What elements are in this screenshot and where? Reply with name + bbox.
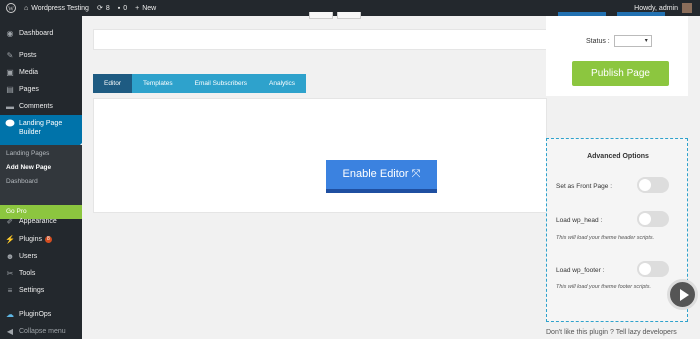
avatar [682,3,692,13]
wp-head-hint: This will load your theme header scripts… [556,235,655,241]
editor-panel [93,98,547,213]
plugins-update-badge: 8 [44,235,52,243]
comment-bubble-icon: ▪ [117,4,121,12]
front-page-toggle[interactable] [637,177,669,193]
collapse-icon: ◀ [6,326,14,336]
howdy-text: Howdy, admin [634,4,678,12]
site-name-link[interactable]: ⌂ Wordpress Testing [24,0,89,16]
status-label: Status : [586,37,610,45]
landing-page-submenu: Landing Pages Add New Page Dashboard [0,145,82,205]
sidebar-item-plugins[interactable]: ⚡ Plugins 8 [0,232,82,246]
brush-icon: ✐ [6,216,14,226]
cloud-icon: ☁ [6,309,14,319]
tab-email-subscribers[interactable]: Email Subscribers [183,74,258,93]
wrench-icon: ✂ [6,268,14,278]
sidebar-item-comments[interactable]: ▬ Comments [0,99,82,113]
collapse-menu-button[interactable]: ◀ Collapse menu [0,325,82,337]
site-name: Wordpress Testing [31,4,89,12]
sidebar-item-posts[interactable]: ✎ Posts [0,48,82,62]
sidebar-item-users[interactable]: ☻ Users [0,249,82,263]
tab-templates[interactable]: Templates [131,74,184,93]
comments-link[interactable]: ▪ 0 [118,0,127,16]
submenu-landing-pages[interactable]: Landing Pages [0,147,82,161]
sidebar-item-appearance[interactable]: ✐ Appearance [0,214,82,228]
publish-page-button[interactable]: Publish Page [572,61,669,86]
media-icon: ▣ [6,67,14,77]
page-title-input[interactable] [93,29,547,50]
sidebar-item-label: Collapse menu [19,327,66,335]
wordpress-logo-icon[interactable]: W [6,0,16,16]
page-icon: ▤ [6,84,14,94]
advanced-options-title: Advanced Options [587,153,649,160]
sidebar-item-pluginops[interactable]: ☁ PluginOps [0,307,82,321]
enable-editor-button[interactable]: Enable Editor ⤧ [326,160,437,193]
refresh-icon: ⟳ [96,5,103,12]
landing-page-builder-icon [5,119,15,129]
sidebar-item-label: Posts [19,51,37,59]
users-icon: ☻ [5,251,15,261]
sidebar-item-label: Settings [19,286,45,294]
sidebar-item-label: Tools [19,269,36,277]
svg-text:W: W [8,6,14,12]
sidebar-item-label: Plugins [19,235,42,243]
toolbar-button[interactable] [337,12,361,19]
new-content-link[interactable]: + New [135,0,156,16]
wp-footer-hint: This will load your theme footer scripts… [556,284,652,290]
sidebar-item-label: Landing Page Builder [19,120,63,136]
play-video-button[interactable] [667,279,698,310]
new-label: New [142,4,157,12]
sidebar-item-dashboard[interactable]: ◉ Dashboard [0,26,82,40]
sidebar-item-landing-page-builder[interactable]: Landing Page Builder [0,115,82,145]
wp-footer-label: Load wp_footer : [556,267,605,274]
sidebar-item-pages[interactable]: ▤ Pages [0,82,82,96]
toolbar-button[interactable] [309,12,333,19]
sidebar-item-media[interactable]: ▣ Media [0,65,82,79]
sliders-icon: ≡ [7,285,13,295]
admin-sidebar: ◉ Dashboard ✎ Posts ▣ Media ▤ Pages ▬ Co… [0,16,82,339]
feedback-note[interactable]: Don't like this plugin ? Tell lazy devel… [546,329,677,336]
toggle-knob [639,263,651,275]
tab-analytics[interactable]: Analytics [258,74,307,93]
sidebar-item-label: Media [19,68,39,76]
sidebar-item-label: Pages [19,85,39,93]
status-select[interactable]: ▾ [613,35,652,47]
sidebar-item-label: Dashboard [19,29,54,37]
pin-icon: ✎ [6,50,14,60]
wp-footer-toggle[interactable] [637,261,669,277]
tab-editor[interactable]: Editor [93,74,132,93]
sidebar-item-tools[interactable]: ✂ Tools [0,266,82,280]
toggle-knob [639,213,651,225]
sidebar-item-label: PluginOps [19,310,52,318]
sidebar-item-label: Comments [19,102,53,110]
plug-icon: ⚡ [5,234,15,244]
front-page-label: Set as Front Page : [556,183,613,190]
home-icon: ⌂ [24,4,29,12]
wp-head-toggle[interactable] [637,211,669,227]
status-row: Status : ▾ [586,35,652,47]
toggle-knob [639,179,651,191]
comments-count: 0 [123,4,128,12]
submenu-add-new-page[interactable]: Add New Page [0,161,82,175]
dashboard-icon: ◉ [6,28,14,38]
builder-tabs: Editor Templates Email Subscribers Analy… [93,74,307,93]
sidebar-item-settings[interactable]: ≡ Settings [0,283,82,297]
plus-icon: + [135,4,140,12]
updates-count: 8 [105,4,110,12]
updates-link[interactable]: ⟳ 8 [97,0,110,16]
sidebar-item-label: Users [19,252,38,260]
comment-icon: ▬ [6,101,14,111]
wp-head-label: Load wp_head : [556,217,603,224]
sidebar-item-label: Appearance [19,217,57,225]
submenu-dashboard[interactable]: Dashboard [0,175,82,189]
play-icon [680,289,689,301]
